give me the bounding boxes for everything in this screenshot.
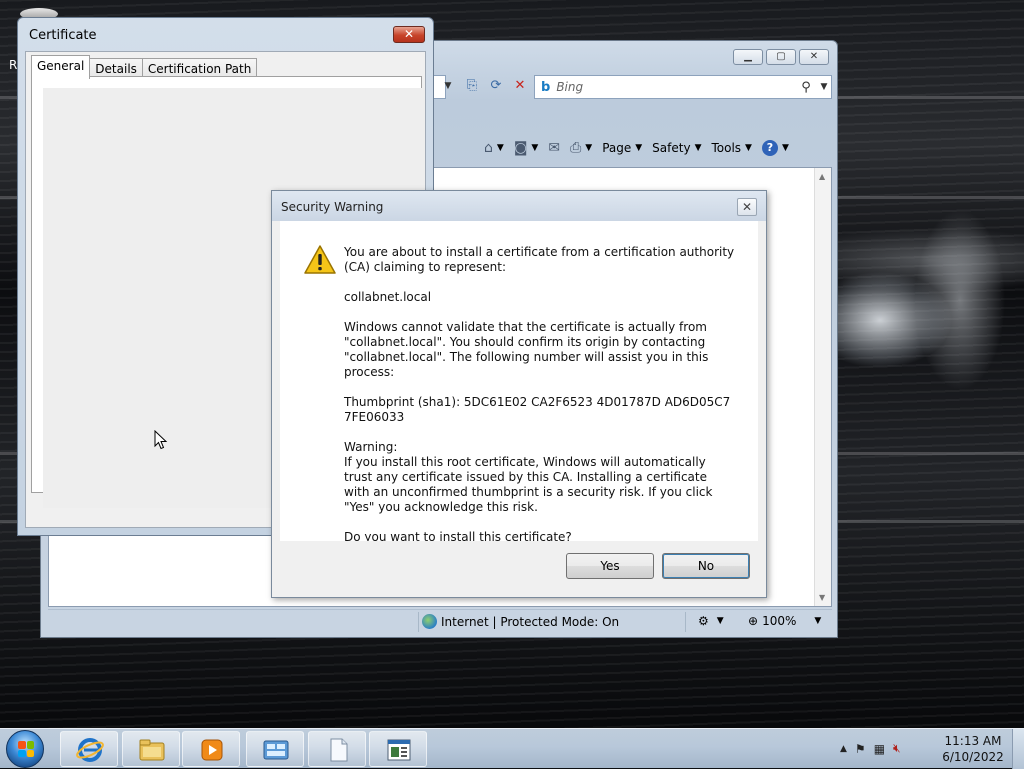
search-dropdown-icon[interactable]: ▼ xyxy=(817,82,831,92)
mouse-cursor-icon xyxy=(154,430,168,450)
scroll-down-icon[interactable]: ▼ xyxy=(819,593,825,602)
search-box[interactable]: b Bing ⚲ ▼ xyxy=(534,75,832,99)
maximize-button[interactable]: ▢ xyxy=(766,49,796,65)
stop-icon[interactable]: ✕ xyxy=(511,77,529,95)
action-center-flag-icon[interactable]: ⚑ xyxy=(855,742,866,756)
chevron-down-icon: ▼ xyxy=(781,143,789,153)
folder-icon xyxy=(139,739,165,761)
dialog-titlebar: Security Warning ✕ xyxy=(272,191,766,221)
home-icon: ⌂ xyxy=(484,140,493,156)
taskbar-notepad[interactable] xyxy=(308,731,366,767)
taskbar-certificate-manager[interactable] xyxy=(369,731,427,767)
zoom-icon: ⊕ xyxy=(748,614,759,628)
search-input[interactable]: Bing xyxy=(556,80,795,94)
globe-icon xyxy=(422,614,437,629)
intro-paragraph: You are about to install a certificate f… xyxy=(344,245,735,274)
command-bar: ⌂ ▼ ◙ ▼ ✉ ⎙ ▼ Page ▼ Safety ▼ Tools ▼ ? ▼ xyxy=(481,137,792,159)
network-icon[interactable]: ▦ xyxy=(874,742,885,756)
tools-menu[interactable]: Tools ▼ xyxy=(708,141,754,155)
start-button[interactable] xyxy=(6,730,44,768)
chevron-down-icon: ▼ xyxy=(694,143,702,153)
printer-icon: ⎙ xyxy=(570,140,582,156)
chevron-down-icon: ▼ xyxy=(531,143,539,153)
page-menu[interactable]: Page ▼ xyxy=(599,141,645,155)
no-button[interactable]: No xyxy=(662,553,750,579)
ca-domain: collabnet.local xyxy=(344,290,432,304)
dialog-text: You are about to install a certificate f… xyxy=(344,245,736,560)
page-menu-label: Page xyxy=(602,141,632,155)
taskbar-internet-explorer[interactable] xyxy=(60,731,118,767)
internet-explorer-icon xyxy=(76,738,104,762)
chevron-down-icon: ▼ xyxy=(585,143,593,153)
taskbar-windows-explorer[interactable] xyxy=(122,731,180,767)
security-zone[interactable]: Internet | Protected Mode: On xyxy=(422,614,619,629)
taskbar-media-player[interactable] xyxy=(182,731,240,767)
tools-menu-label: Tools xyxy=(711,141,742,155)
certificate-manager-icon xyxy=(387,739,411,761)
clock-date: 6/10/2022 xyxy=(942,750,1004,764)
chevron-down-icon: ▼ xyxy=(814,616,822,626)
taskbar: ▲ ⚑ ▦ 🔇︎ 11:13 AM 6/10/2022 xyxy=(0,728,1024,769)
close-button[interactable]: ✕ xyxy=(799,49,829,65)
print-button[interactable]: ⎙ ▼ xyxy=(567,140,595,156)
home-button[interactable]: ⌂ ▼ xyxy=(481,140,507,156)
media-player-icon xyxy=(201,739,223,761)
feeds-button[interactable]: ◙ ▼ xyxy=(511,140,542,156)
system-clock[interactable]: 11:13 AM 6/10/2022 xyxy=(936,733,1010,765)
status-divider xyxy=(685,612,686,632)
popup-settings[interactable]: ⚙ ▼ xyxy=(698,614,724,628)
safety-menu[interactable]: Safety ▼ xyxy=(649,141,704,155)
show-hidden-icons-icon[interactable]: ▲ xyxy=(840,744,847,754)
volume-muted-icon[interactable]: 🔇︎ xyxy=(893,741,901,756)
zoom-control[interactable]: ⊕ 100% ▼ xyxy=(748,614,821,628)
clock-time: 11:13 AM xyxy=(944,734,1002,748)
chevron-down-icon: ▼ xyxy=(716,616,724,626)
compatibility-view-icon[interactable]: ⎘ xyxy=(463,77,481,95)
bing-logo-icon: b xyxy=(541,79,551,95)
warning-heading: Warning: xyxy=(344,440,398,454)
mail-button[interactable]: ✉ xyxy=(545,140,563,156)
show-desktop-button[interactable] xyxy=(1012,729,1024,769)
tab-general[interactable]: General xyxy=(31,55,91,79)
blank-document-icon xyxy=(330,738,348,762)
help-icon: ? xyxy=(761,140,778,156)
dialog-button-bar: Yes No xyxy=(280,541,758,591)
refresh-icon[interactable]: ⟳ xyxy=(487,77,505,95)
windows-logo-icon xyxy=(18,741,34,757)
close-button[interactable]: ✕ xyxy=(393,26,425,43)
chevron-down-icon: ▼ xyxy=(745,143,752,153)
security-warning-dialog[interactable]: Security Warning ✕ You are about to inst… xyxy=(271,190,767,598)
search-icon[interactable]: ⚲ xyxy=(795,80,817,95)
address-bar-buttons: ▼ ⎘ ⟳ ✕ xyxy=(439,77,529,95)
status-divider xyxy=(418,612,419,632)
help-menu[interactable]: ? ▼ xyxy=(759,140,792,156)
window-caption-buttons: ▁ ▢ ✕ xyxy=(733,49,829,65)
taskbar-control-panel[interactable] xyxy=(246,731,304,767)
mail-icon: ✉ xyxy=(548,140,561,156)
thumbprint: Thumbprint (sha1): 5DC61E02 CA2F6523 4D0… xyxy=(344,395,731,424)
warning-icon xyxy=(304,245,336,274)
zoom-level: 100% xyxy=(762,614,797,628)
minimize-button[interactable]: ▁ xyxy=(733,49,763,65)
status-bar: Internet | Protected Mode: On ⚙ ▼ ⊕ 100%… xyxy=(48,609,832,633)
popup-blocker-icon: ⚙ xyxy=(698,614,709,628)
dialog-message-area: You are about to install a certificate f… xyxy=(280,221,758,544)
control-panel-icon xyxy=(263,740,289,760)
dialog-title: Security Warning xyxy=(281,200,384,214)
validation-paragraph: Windows cannot validate that the certifi… xyxy=(344,320,709,379)
rss-feed-icon: ◙ xyxy=(513,140,528,156)
window-title: Certificate xyxy=(29,28,97,43)
vertical-scrollbar[interactable]: ▲ ▼ xyxy=(814,168,831,606)
safety-menu-label: Safety xyxy=(652,141,691,155)
address-dropdown-icon[interactable]: ▼ xyxy=(439,77,457,95)
warning-body: If you install this root certificate, Wi… xyxy=(344,455,713,514)
yes-button[interactable]: Yes xyxy=(566,553,654,579)
notification-area: ▲ ⚑ ▦ 🔇︎ xyxy=(840,741,901,756)
close-button[interactable]: ✕ xyxy=(737,198,757,216)
chevron-down-icon: ▼ xyxy=(635,143,643,153)
chevron-down-icon: ▼ xyxy=(496,143,504,153)
scroll-up-icon[interactable]: ▲ xyxy=(819,172,825,181)
security-zone-text: Internet | Protected Mode: On xyxy=(441,614,620,629)
